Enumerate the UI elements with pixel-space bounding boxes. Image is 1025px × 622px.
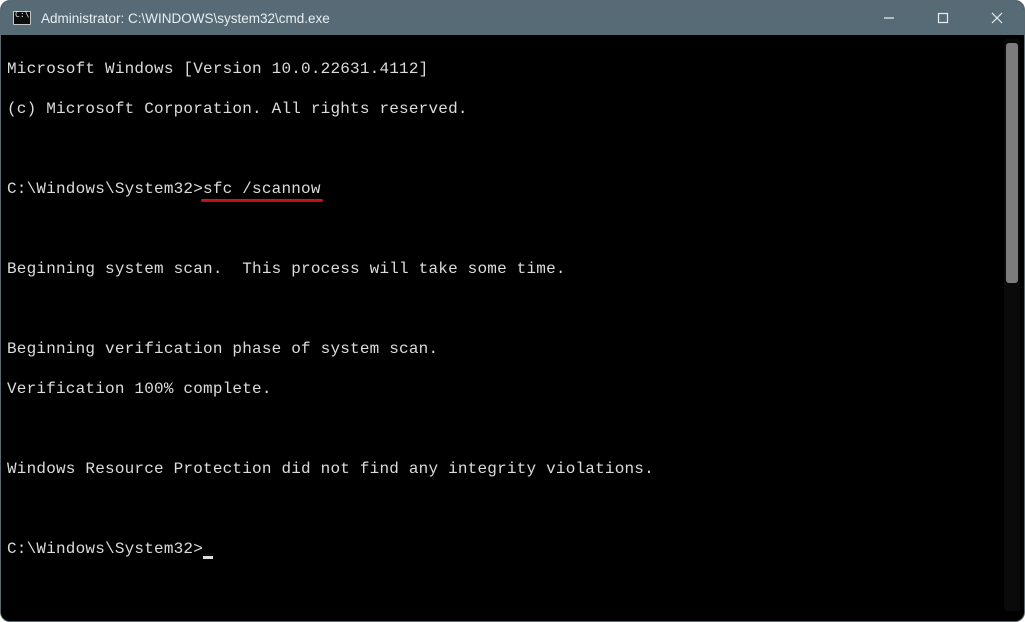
cmd-window: Administrator: C:\WINDOWS\system32\cmd.e… bbox=[0, 0, 1025, 622]
prompt-path: C:\Windows\System32> bbox=[7, 540, 203, 558]
output-line: Beginning verification phase of system s… bbox=[7, 339, 1004, 359]
window-title: Administrator: C:\WINDOWS\system32\cmd.e… bbox=[41, 11, 862, 26]
text-cursor bbox=[203, 556, 213, 559]
blank-line bbox=[7, 219, 1004, 239]
window-controls bbox=[862, 1, 1024, 35]
output-line: Windows Resource Protection did not find… bbox=[7, 459, 1004, 479]
prompt-path: C:\Windows\System32> bbox=[7, 180, 203, 198]
maximize-button[interactable] bbox=[916, 1, 970, 35]
client-area: Microsoft Windows [Version 10.0.22631.41… bbox=[1, 35, 1024, 621]
output-line: Beginning system scan. This process will… bbox=[7, 259, 1004, 279]
cmd-icon bbox=[13, 11, 31, 25]
blank-line bbox=[7, 139, 1004, 159]
minimize-button[interactable] bbox=[862, 1, 916, 35]
prompt-line: C:\Windows\System32>sfc /scannow bbox=[7, 179, 1004, 199]
blank-line bbox=[7, 299, 1004, 319]
close-icon bbox=[991, 12, 1003, 24]
output-line: Microsoft Windows [Version 10.0.22631.41… bbox=[7, 59, 1004, 79]
blank-line bbox=[7, 499, 1004, 519]
terminal-output[interactable]: Microsoft Windows [Version 10.0.22631.41… bbox=[7, 39, 1004, 611]
vertical-scrollbar[interactable] bbox=[1004, 39, 1020, 611]
prompt-line: C:\Windows\System32> bbox=[7, 539, 1004, 559]
titlebar[interactable]: Administrator: C:\WINDOWS\system32\cmd.e… bbox=[1, 1, 1024, 35]
maximize-icon bbox=[937, 12, 949, 24]
output-line: (c) Microsoft Corporation. All rights re… bbox=[7, 99, 1004, 119]
scrollbar-thumb[interactable] bbox=[1006, 43, 1018, 283]
output-line: Verification 100% complete. bbox=[7, 379, 1004, 399]
typed-command: sfc /scannow bbox=[203, 179, 321, 199]
minimize-icon bbox=[883, 12, 895, 24]
blank-line bbox=[7, 419, 1004, 439]
close-button[interactable] bbox=[970, 1, 1024, 35]
